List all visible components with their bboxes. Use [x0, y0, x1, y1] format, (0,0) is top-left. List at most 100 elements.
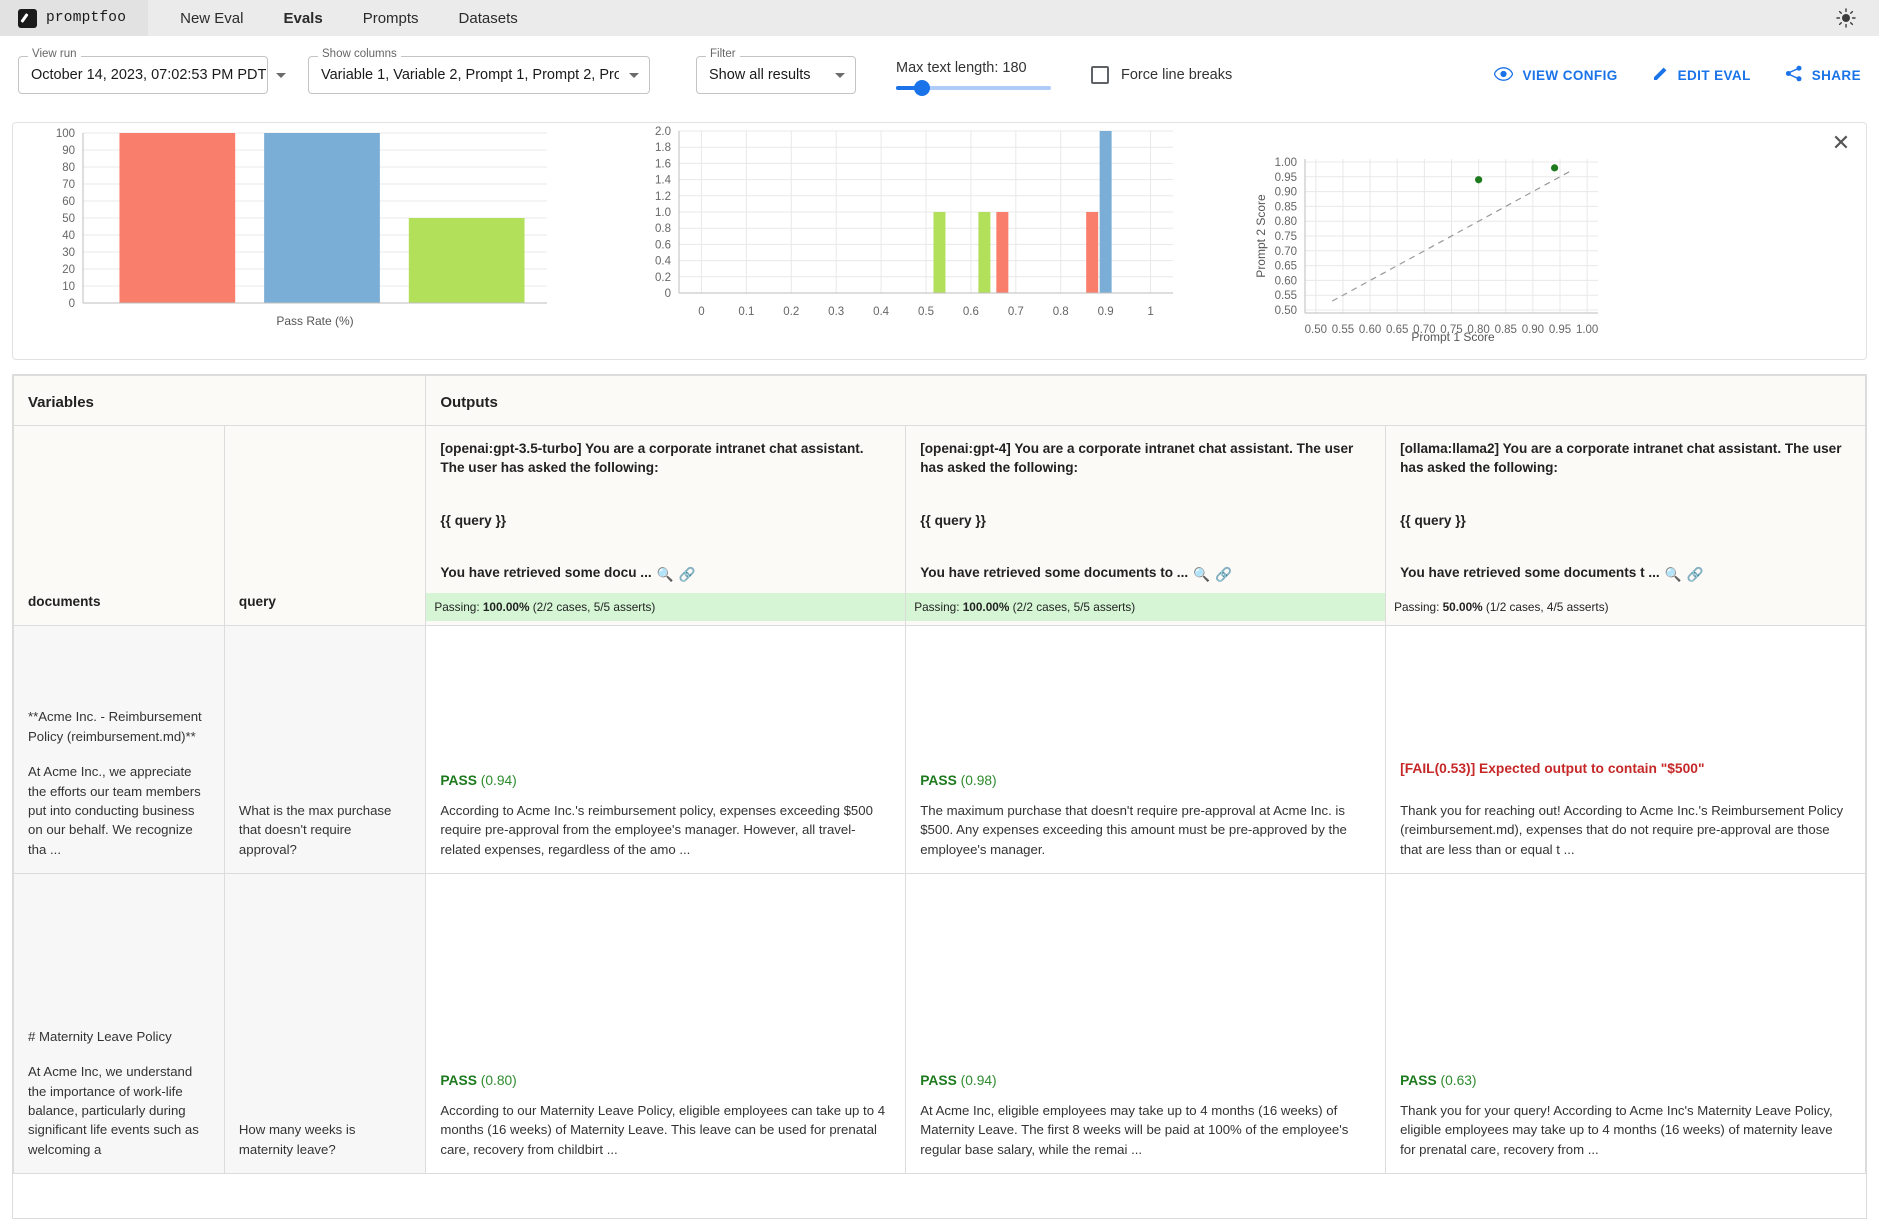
magnifier-icon[interactable]: 🔍	[1665, 566, 1682, 585]
cell-output-prompt-1[interactable]: PASS (0.80) According to our Maternity L…	[426, 874, 906, 1174]
column-header-prompt-2[interactable]: [openai:gpt-4] You are a corporate intra…	[906, 426, 1386, 626]
svg-text:1.2: 1.2	[655, 191, 671, 203]
promptfoo-logo-icon	[18, 9, 37, 28]
svg-text:Prompt 1 Score: Prompt 1 Score	[1411, 330, 1495, 344]
svg-text:0.2: 0.2	[655, 272, 671, 284]
slider-thumb[interactable]	[914, 80, 930, 96]
open-external-icon[interactable]: 🔗	[1687, 566, 1704, 585]
svg-text:0.80: 0.80	[1275, 216, 1297, 228]
status-score: (0.98)	[961, 773, 997, 788]
nav-item-prompts[interactable]: Prompts	[363, 10, 419, 27]
magnifier-icon[interactable]: 🔍	[1193, 566, 1210, 585]
results-table-container[interactable]: Variables Outputs documents query [opena…	[12, 374, 1867, 1219]
open-external-icon[interactable]: 🔗	[1215, 566, 1232, 585]
svg-text:1.4: 1.4	[655, 175, 672, 187]
view-config-label: VIEW CONFIG	[1522, 68, 1617, 83]
column-header-prompt-3[interactable]: [ollama:llama2] You are a corporate intr…	[1386, 426, 1866, 626]
prompt-2-passing-prefix: Passing:	[914, 600, 959, 614]
open-external-icon[interactable]: 🔗	[679, 566, 696, 585]
status-score: (0.63)	[1440, 1073, 1476, 1088]
output-text: According to Acme Inc.'s reimbursement p…	[440, 801, 891, 859]
svg-text:0.95: 0.95	[1549, 324, 1571, 336]
view-config-button[interactable]: VIEW CONFIG	[1494, 67, 1617, 84]
column-header-documents[interactable]: documents	[14, 426, 225, 626]
svg-text:50: 50	[62, 213, 75, 225]
svg-text:Prompt 2 Score: Prompt 2 Score	[1254, 194, 1268, 278]
prompt-3-line-3: You have retrieved some documents t ...	[1400, 565, 1660, 580]
svg-text:0.90: 0.90	[1522, 324, 1544, 336]
nav-item-new-eval[interactable]: New Eval	[180, 10, 243, 27]
status-badge: PASS (0.94)	[920, 1071, 1371, 1091]
documents-paragraph-1: # Maternity Leave Policy	[28, 1027, 210, 1046]
cell-output-prompt-2[interactable]: PASS (0.94) At Acme Inc, eligible employ…	[906, 874, 1386, 1174]
status-badge: PASS (0.94)	[440, 771, 891, 791]
max-text-length-slider[interactable]	[896, 86, 1051, 90]
cell-documents[interactable]: # Maternity Leave Policy At Acme Inc, we…	[14, 874, 225, 1174]
cell-query[interactable]: How many weeks is maternity leave?	[224, 874, 425, 1174]
svg-text:1.8: 1.8	[655, 142, 671, 154]
pass-rate-bar-chart[interactable]: 0102030405060708090100 Pass Rate (%)	[13, 123, 623, 359]
svg-text:0.85: 0.85	[1495, 324, 1517, 336]
view-run-select[interactable]: View run October 14, 2023, 07:02:53 PM P…	[18, 56, 268, 94]
brand[interactable]: promptfoo	[0, 0, 148, 36]
results-table: Variables Outputs documents query [opena…	[13, 375, 1866, 1174]
svg-text:30: 30	[62, 247, 75, 259]
max-text-length-slider-group: Max text length: 180	[896, 60, 1051, 90]
sun-icon[interactable]	[1835, 7, 1857, 29]
status-badge: PASS (0.98)	[920, 771, 1371, 791]
cell-output-prompt-3[interactable]: PASS (0.63) Thank you for your query! Ac…	[1386, 874, 1866, 1174]
svg-text:0.65: 0.65	[1275, 261, 1297, 273]
table-row[interactable]: # Maternity Leave Policy At Acme Inc, we…	[14, 874, 1866, 1174]
toolbar: View run October 14, 2023, 07:02:53 PM P…	[0, 36, 1879, 114]
column-header-query[interactable]: query	[224, 426, 425, 626]
show-columns-select[interactable]: Show columns Variable 1, Variable 2, Pro…	[308, 56, 650, 94]
nav-item-evals[interactable]: Evals	[283, 10, 322, 27]
prompt-3-passing-bar: Passing: 50.00% (1/2 cases, 4/5 asserts)	[1386, 593, 1865, 621]
svg-text:1.0: 1.0	[655, 207, 671, 219]
close-charts-button[interactable]: ✕	[1830, 133, 1852, 155]
svg-text:0.55: 0.55	[1275, 290, 1297, 302]
share-button[interactable]: SHARE	[1785, 65, 1861, 85]
output-text: According to our Maternity Leave Policy,…	[440, 1101, 891, 1159]
svg-text:1.00: 1.00	[1576, 324, 1598, 336]
nav-item-datasets[interactable]: Datasets	[459, 10, 518, 27]
prompt-2-passing-bar: Passing: 100.00% (2/2 cases, 5/5 asserts…	[906, 593, 1385, 621]
prompt-score-scatter-chart[interactable]: 0.500.550.600.650.700.750.800.850.900.95…	[1243, 123, 1853, 359]
svg-text:20: 20	[62, 264, 75, 276]
svg-text:0.60: 0.60	[1275, 275, 1297, 287]
cell-output-prompt-1[interactable]: PASS (0.94) According to Acme Inc.'s rei…	[426, 626, 906, 874]
status-score: (0.80)	[481, 1073, 517, 1088]
score-histogram-chart[interactable]: 00.20.40.60.81.01.21.41.61.82.0 00.10.20…	[623, 123, 1243, 359]
checkbox-icon[interactable]	[1091, 66, 1109, 84]
edit-eval-button[interactable]: EDIT EVAL	[1652, 65, 1751, 85]
table-row[interactable]: **Acme Inc. - Reimbursement Policy (reim…	[14, 626, 1866, 874]
svg-text:0.4: 0.4	[655, 256, 672, 268]
max-text-length-label: Max text length: 180	[896, 60, 1051, 76]
cell-output-prompt-3[interactable]: [FAIL(0.53)] Expected output to contain …	[1386, 626, 1866, 874]
prompt-2-line-1: [openai:gpt-4] You are a corporate intra…	[920, 440, 1371, 478]
force-line-breaks-toggle[interactable]: Force line breaks	[1091, 66, 1232, 84]
prompt-1-line-2: {{ query }}	[440, 512, 891, 531]
svg-text:0.55: 0.55	[1332, 324, 1354, 336]
svg-text:0.50: 0.50	[1275, 305, 1297, 317]
brand-name: promptfoo	[46, 10, 126, 26]
status-label: PASS	[440, 1073, 477, 1088]
cell-output-prompt-2[interactable]: PASS (0.98) The maximum purchase that do…	[906, 626, 1386, 874]
share-label: SHARE	[1812, 68, 1861, 83]
cell-query[interactable]: What is the max purchase that doesn't re…	[224, 626, 425, 874]
cell-documents[interactable]: **Acme Inc. - Reimbursement Policy (reim…	[14, 626, 225, 874]
status-badge: PASS (0.63)	[1400, 1071, 1851, 1091]
column-header-prompt-1[interactable]: [openai:gpt-3.5-turbo] You are a corpora…	[426, 426, 906, 626]
svg-text:40: 40	[62, 230, 75, 242]
edit-eval-label: EDIT EVAL	[1678, 68, 1751, 83]
eye-icon	[1494, 67, 1513, 84]
svg-text:1.6: 1.6	[655, 158, 671, 170]
filter-select[interactable]: Filter Show all results	[696, 56, 856, 94]
svg-text:0.9: 0.9	[1098, 306, 1114, 318]
view-run-value: October 14, 2023, 07:02:53 PM PDT	[31, 67, 266, 83]
svg-text:60: 60	[62, 196, 75, 208]
prompt-3-passing-pct: 50.00%	[1443, 600, 1483, 614]
magnifier-icon[interactable]: 🔍	[657, 566, 674, 585]
svg-text:80: 80	[62, 162, 75, 174]
svg-text:0: 0	[665, 288, 671, 300]
